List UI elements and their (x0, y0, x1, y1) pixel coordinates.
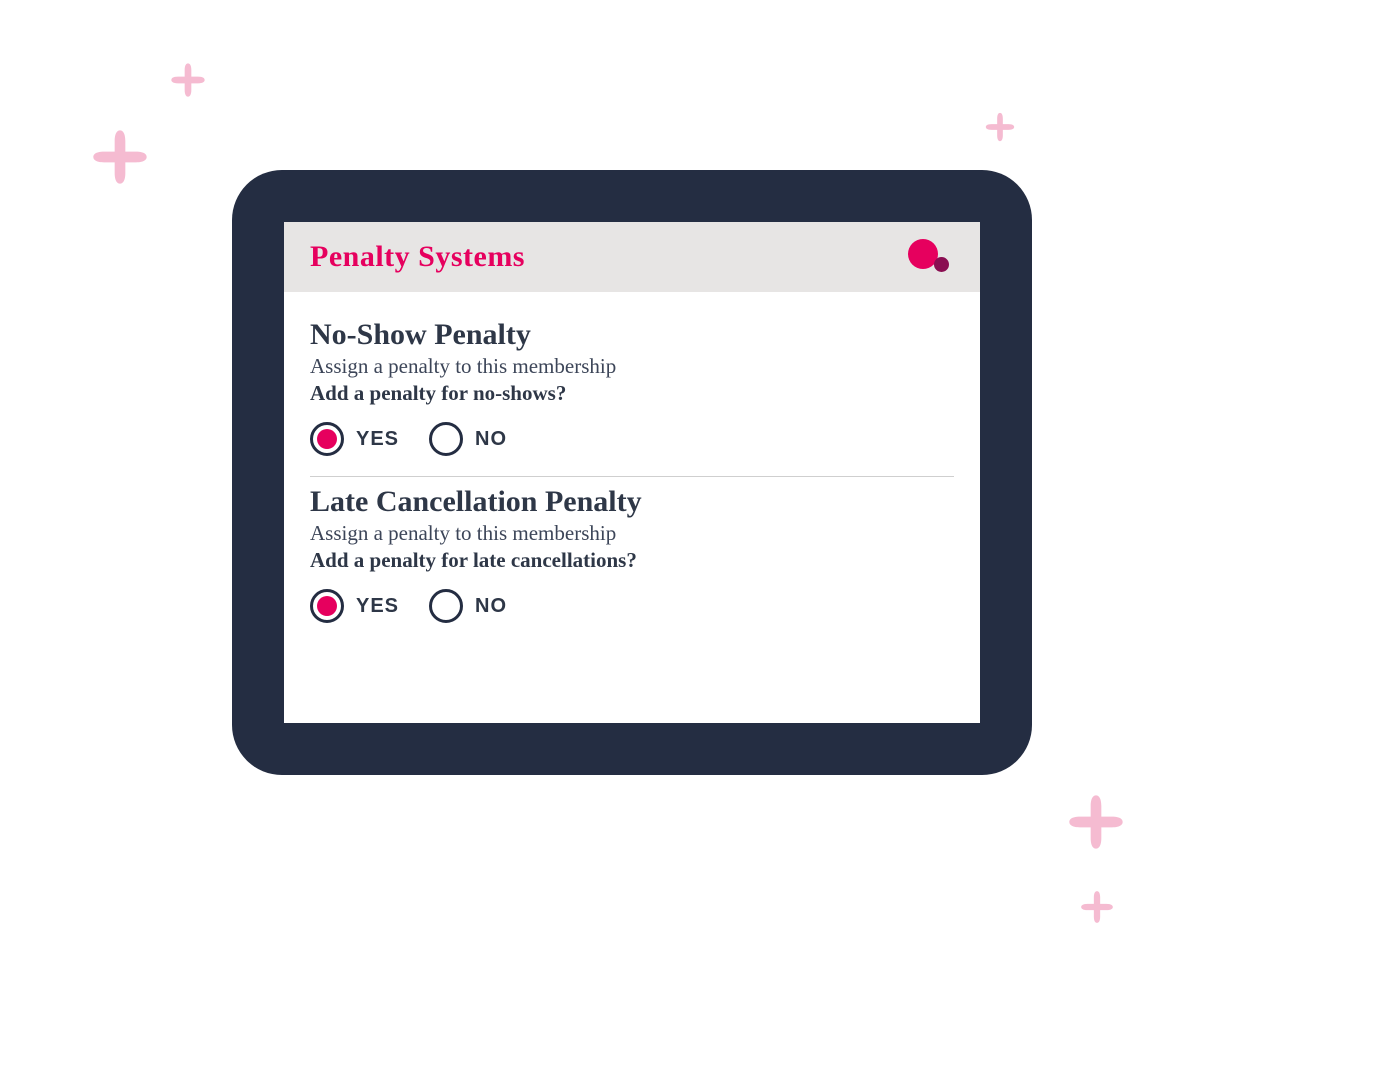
radio-group-late-cancel: YES NO (310, 589, 954, 623)
tablet-frame: Penalty Systems No-Show Penalty Assign a… (232, 170, 1032, 775)
radio-no[interactable]: NO (429, 589, 507, 623)
radio-label: NO (475, 595, 507, 618)
radio-yes[interactable]: YES (310, 422, 399, 456)
sparkle-icon (1078, 888, 1116, 926)
radio-yes[interactable]: YES (310, 589, 399, 623)
radio-no[interactable]: NO (429, 422, 507, 456)
sparkle-icon (983, 110, 1017, 144)
radio-indicator-icon (310, 422, 344, 456)
panel-title: Penalty Systems (310, 240, 525, 274)
section-title: Late Cancellation Penalty (310, 485, 954, 519)
panel-body: No-Show Penalty Assign a penalty to this… (284, 292, 980, 723)
sparkle-icon (1064, 790, 1128, 854)
two-circles-icon (908, 237, 954, 277)
sparkle-icon (168, 60, 208, 100)
section-no-show: No-Show Penalty Assign a penalty to this… (310, 310, 954, 476)
radio-label: YES (356, 595, 399, 618)
radio-indicator-icon (429, 422, 463, 456)
radio-indicator-icon (429, 589, 463, 623)
section-subtitle: Assign a penalty to this membership (310, 354, 954, 379)
section-title: No-Show Penalty (310, 318, 954, 352)
sparkle-icon (88, 125, 152, 189)
radio-group-no-show: YES NO (310, 422, 954, 456)
section-prompt: Add a penalty for no-shows? (310, 381, 954, 406)
section-late-cancel: Late Cancellation Penalty Assign a penal… (310, 477, 954, 643)
section-prompt: Add a penalty for late cancellations? (310, 548, 954, 573)
radio-indicator-icon (310, 589, 344, 623)
panel-header: Penalty Systems (284, 222, 980, 292)
radio-label: YES (356, 428, 399, 451)
section-subtitle: Assign a penalty to this membership (310, 521, 954, 546)
app-screen: Penalty Systems No-Show Penalty Assign a… (284, 222, 980, 723)
radio-label: NO (475, 428, 507, 451)
